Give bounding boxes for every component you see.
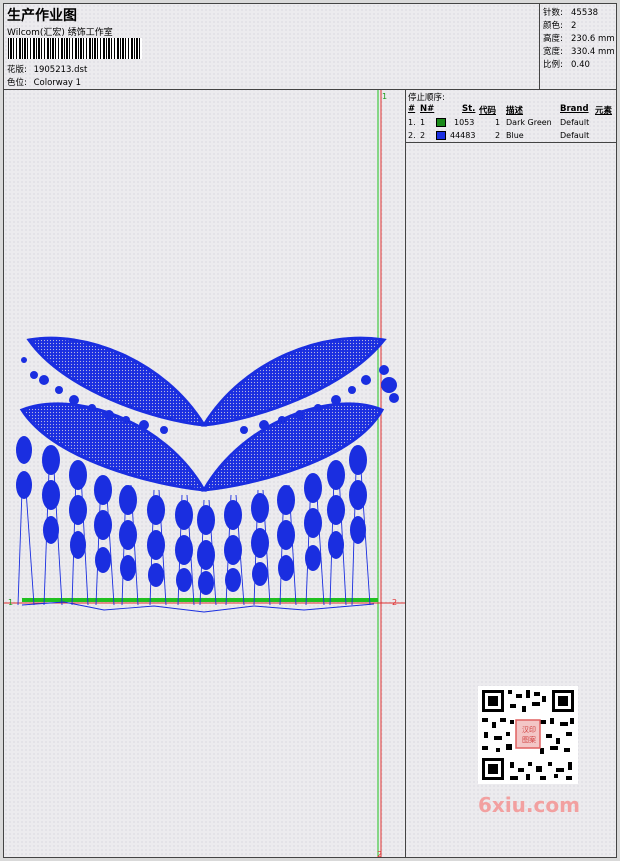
sheet-title: 生产作业图 bbox=[7, 8, 77, 24]
col-st: St. bbox=[462, 104, 476, 114]
color-swatch bbox=[436, 131, 446, 140]
table-divider bbox=[406, 142, 616, 143]
watermark-text: 6xiu.com bbox=[478, 793, 580, 817]
col-element: 元素 bbox=[595, 106, 613, 116]
header-info: 生产作业图 Wilcom(汇宏) 绣饰工作室 花版: 1905213.dst 色… bbox=[4, 4, 540, 90]
col-desc: 描述 bbox=[506, 106, 524, 116]
col-n: N# bbox=[420, 104, 435, 114]
stats-panel: 针数: 45538 颜色: 2 高度: 230.6 mm 宽度: 330.4 mm 比例… bbox=[540, 4, 616, 90]
production-sheet: 生产作业图 Wilcom(汇宏) 绣饰工作室 花版: 1905213.dst 色… bbox=[3, 3, 617, 858]
embroidery-design: 1 2 1 2 bbox=[4, 90, 405, 858]
colorway-line: 色位: Colorway 1 bbox=[7, 76, 81, 88]
marker-top-1: 1 bbox=[382, 92, 387, 101]
qr-code-icon: 汉印 图案 6xiu.com bbox=[478, 686, 580, 817]
col-hash: # bbox=[408, 104, 416, 114]
col-code: 代码 bbox=[479, 106, 497, 116]
stat-scale: 比例: 0.40 bbox=[543, 60, 590, 70]
svg-text:图案: 图案 bbox=[522, 735, 536, 744]
colorway-value: Colorway 1 bbox=[33, 78, 82, 88]
stat-colors: 颜色: 2 bbox=[543, 21, 577, 31]
barcode bbox=[8, 38, 142, 59]
pattern-value: 1905213.dst bbox=[33, 65, 88, 75]
pattern-line: 花版: 1905213.dst bbox=[7, 63, 87, 75]
colorway-label: 色位: bbox=[7, 78, 27, 88]
stat-stitches: 针数: 45538 bbox=[543, 8, 599, 18]
company-name: Wilcom(汇宏) 绣饰工作室 bbox=[7, 28, 113, 38]
stat-height: 高度: 230.6 mm bbox=[543, 34, 615, 44]
stop-sequence-title: 停止顺序: bbox=[408, 93, 445, 103]
pattern-label: 花版: bbox=[7, 65, 27, 75]
col-brand: Brand bbox=[560, 104, 589, 114]
stat-width: 宽度: 330.4 mm bbox=[543, 47, 615, 57]
marker-bottom-2: 2 bbox=[377, 850, 382, 858]
design-canvas: 1 2 1 2 bbox=[4, 90, 405, 858]
qr-watermark: 汉印 图案 6xiu.com bbox=[470, 682, 588, 822]
marker-left-1: 1 bbox=[8, 598, 13, 607]
color-swatch bbox=[436, 118, 446, 127]
marker-right-2: 2 bbox=[392, 598, 397, 607]
seal-text: 汉印 bbox=[522, 726, 536, 734]
